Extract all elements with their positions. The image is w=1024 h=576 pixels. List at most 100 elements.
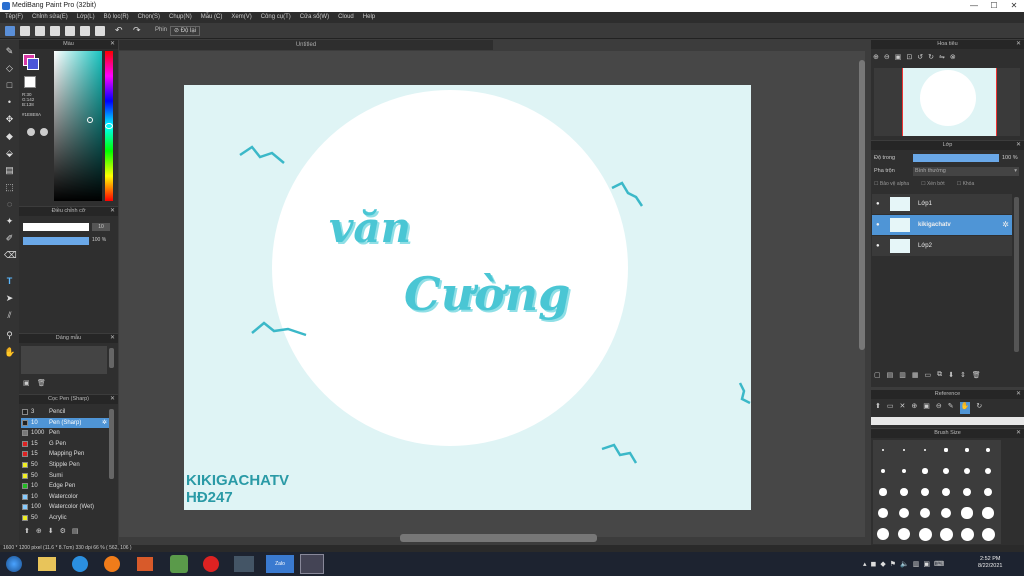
eyedropper-icon[interactable]: ✎ [948, 402, 954, 414]
brush-item[interactable]: 50 Sumi [21, 471, 109, 481]
new-8bit-layer-icon[interactable]: ▥ [899, 371, 906, 383]
brush-size-dot[interactable] [982, 507, 994, 519]
brush-size-dot[interactable] [964, 468, 970, 474]
select-tool-icon[interactable]: ⬚ [4, 182, 15, 193]
brush-size-dot[interactable] [939, 527, 953, 541]
panel-close-icon[interactable]: ✕ [110, 395, 115, 404]
tray-shield-icon[interactable]: ◆ [880, 560, 885, 568]
clock[interactable]: 2:52 PM 8/22/2021 [978, 556, 1002, 570]
preview-scrollbar[interactable] [109, 348, 114, 368]
panel-close-icon[interactable]: ✕ [1016, 141, 1021, 150]
fit-icon[interactable]: ▣ [895, 53, 902, 65]
menu-cloud[interactable]: Cloud [338, 12, 354, 23]
layer-row[interactable]: ● kikigachatv ✲ [872, 215, 1012, 235]
gear-icon[interactable]: ✲ [1002, 215, 1009, 235]
select-eraser-icon[interactable]: ⌫ [4, 250, 17, 261]
menu-edit[interactable]: Chỉnh sửa(E) [32, 12, 68, 23]
brush-item[interactable]: 15 Mapping Pen [21, 449, 109, 459]
zoom-out-icon[interactable]: ⊖ [884, 53, 890, 65]
trash-icon[interactable]: 🗑 [972, 371, 981, 383]
gear-icon[interactable]: ✲ [102, 418, 107, 428]
brush-opacity-slider[interactable] [23, 237, 89, 245]
merge-icon[interactable]: ⬇ [948, 371, 954, 383]
medibang-taskbar-icon[interactable] [300, 554, 324, 574]
move-down-icon[interactable]: ⬇ [48, 527, 54, 541]
hand-tool-icon[interactable]: ✋ [4, 347, 15, 358]
volume-icon[interactable]: 🔈 [900, 560, 909, 568]
brush-size-slider[interactable] [23, 223, 89, 231]
export-icon[interactable] [65, 26, 75, 36]
tray-flag-icon[interactable]: ⚑ [890, 560, 896, 568]
panel-close-icon[interactable]: ✕ [1016, 429, 1021, 438]
layer-opacity-slider[interactable] [913, 154, 999, 162]
fit-icon[interactable]: ▣ [923, 402, 930, 414]
close-button[interactable]: ✕ [1004, 0, 1024, 12]
brush-item[interactable]: 50 Acrylic [21, 513, 109, 523]
panel-close-icon[interactable]: ✕ [110, 334, 115, 343]
delete-brush-icon[interactable]: 🗑 [37, 379, 46, 387]
media-player-icon[interactable] [137, 557, 153, 571]
maximize-button[interactable]: ☐ [984, 0, 1004, 12]
zoom-in-icon[interactable]: ⊕ [911, 402, 917, 414]
layer-scrollbar[interactable] [1014, 197, 1019, 352]
hue-cursor[interactable] [105, 123, 113, 129]
brush-item[interactable]: 15 G Pen [21, 439, 109, 449]
dot-tool-icon[interactable]: • [4, 97, 15, 108]
layer-row[interactable]: ● Lớp1 [872, 194, 1012, 214]
select-pen-icon[interactable]: ✐ [4, 233, 15, 244]
brush-size-dot[interactable] [879, 488, 887, 496]
brush-tool-icon[interactable]: ✎ [4, 46, 15, 57]
menu-snap[interactable]: Chụp(N) [169, 12, 192, 23]
clipping-checkbox[interactable]: ☐ Xén bớt [921, 181, 945, 190]
brush-size-dot[interactable] [981, 527, 995, 541]
protect-alpha-checkbox[interactable]: ☐ Bảo vệ alpha [874, 181, 909, 190]
undo-icon[interactable]: ↶ [115, 25, 123, 36]
close-icon[interactable]: ✕ [900, 402, 906, 414]
new-1bit-layer-icon[interactable]: ▦ [912, 371, 919, 383]
brush-size-dot[interactable] [940, 507, 952, 519]
brush-size-dot[interactable] [918, 527, 932, 541]
panel-close-icon[interactable]: ✕ [110, 40, 115, 49]
open-icon[interactable] [35, 26, 45, 36]
brush-size-dot[interactable] [965, 448, 969, 452]
tray-app-icon[interactable]: ◼ [871, 560, 877, 568]
palette-icon[interactable] [27, 128, 35, 136]
menu-layer[interactable]: Lớp(L) [77, 12, 95, 23]
move-icon[interactable]: ⇕ [960, 371, 966, 383]
menu-tools[interactable]: Công cụ(T) [261, 12, 291, 23]
brush-size-dot[interactable] [919, 507, 931, 519]
menu-template[interactable]: Mẫu (C) [201, 12, 223, 23]
document-tab[interactable]: Untitled [119, 40, 493, 50]
frame-icon[interactable] [95, 26, 105, 36]
brush-item[interactable]: 10 Pen (Sharp) ✲ [21, 417, 109, 428]
eye-icon[interactable]: ● [876, 236, 880, 256]
rotate-icon[interactable]: ↻ [976, 402, 982, 414]
brush-size-dot[interactable] [941, 487, 951, 497]
menu-view[interactable]: Xem(V) [231, 12, 251, 23]
menu-window[interactable]: Cửa sổ(W) [300, 12, 329, 23]
navigator-preview[interactable] [874, 68, 1020, 136]
menu-select[interactable]: Chọn(S) [138, 12, 160, 23]
add-brush-icon[interactable]: ⊕ [36, 527, 42, 541]
eye-icon[interactable]: ● [876, 194, 880, 214]
panel-close-icon[interactable]: ✕ [1016, 40, 1021, 49]
magic-wand-icon[interactable]: ✦ [4, 216, 15, 227]
keyboard-icon[interactable]: ⌨ [934, 560, 944, 568]
add-brush-icon[interactable]: ▣ [23, 379, 30, 387]
cloud-icon[interactable] [5, 26, 15, 36]
folder-icon[interactable]: ▤ [72, 527, 79, 541]
move-tool-icon[interactable]: ✥ [4, 114, 15, 125]
lasso-tool-icon[interactable]: ◌ [4, 199, 15, 210]
zoom-out-icon[interactable]: ⊖ [936, 402, 942, 414]
brush-item[interactable]: 100 Watercolor (Wet) [21, 502, 109, 512]
open-image-icon[interactable]: ⬆ [875, 402, 881, 414]
new-layer-icon[interactable]: ▢ [874, 371, 881, 383]
reset-button[interactable]: ⊘ Độ lại [170, 26, 201, 36]
brush-size-dot[interactable] [878, 508, 888, 518]
new-halftone-layer-icon[interactable]: ▤ [887, 371, 894, 383]
brush-item[interactable]: 1000 Pen [21, 428, 109, 438]
opera-icon[interactable] [203, 556, 219, 572]
brush-size-dot[interactable] [880, 468, 886, 474]
firefox-icon[interactable] [104, 556, 120, 572]
zoom-in-icon[interactable]: ⊕ [873, 53, 879, 65]
